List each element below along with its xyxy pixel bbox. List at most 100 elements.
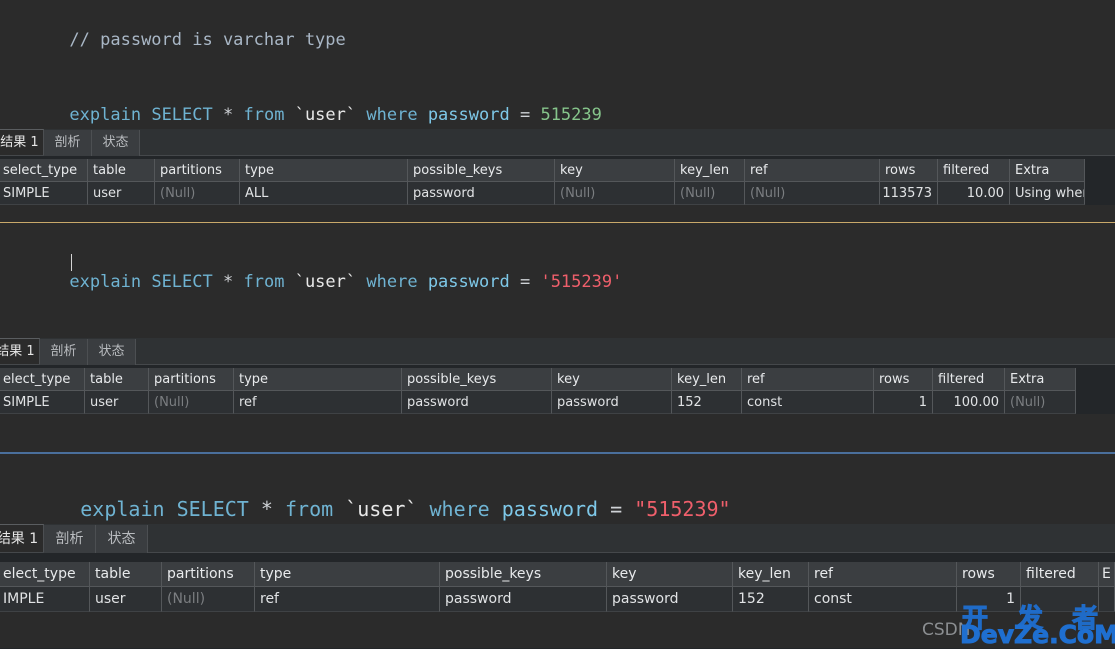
cell-type[interactable]: ref [234, 391, 402, 414]
cell-key[interactable]: (Null) [555, 182, 675, 205]
sql-editor-2[interactable]: explain SELECT * from `user` where passw… [0, 223, 1115, 342]
col-header-rows[interactable]: rows [874, 368, 933, 391]
cell-table[interactable]: user [88, 182, 155, 205]
tab-result-1[interactable]: 结果 1 [0, 129, 44, 155]
cell-key-len[interactable]: 152 [733, 587, 809, 612]
col-header-table[interactable]: table [88, 159, 155, 182]
explain-result-grid-1[interactable]: select_type table partitions type possib… [0, 159, 1085, 205]
sql-comment-1: // password is varchar type [0, 3, 1115, 78]
col-header-key-len[interactable]: key_len [733, 562, 809, 587]
col-header-extra[interactable]: E [1099, 562, 1115, 587]
table-row[interactable]: SIMPLE user (Null) ALL password (Null) (… [0, 182, 1085, 205]
col-header-rows[interactable]: rows [957, 562, 1021, 587]
col-header-filtered[interactable]: filtered [938, 159, 1010, 182]
col-header-possible-keys[interactable]: possible_keys [402, 368, 552, 391]
col-header-select-type[interactable]: elect_type [0, 368, 85, 391]
result-tabbar-2[interactable]: 结果 1 剖析 状态 [0, 338, 1115, 365]
keyword-explain: explain [69, 105, 142, 125]
col-header-key-len[interactable]: key_len [672, 368, 742, 391]
explain-result-grid-3[interactable]: elect_type table partitions type possibl… [0, 562, 1115, 612]
grid-bottom-filler-1 [0, 205, 1115, 223]
col-header-ref[interactable]: ref [809, 562, 957, 587]
cell-extra[interactable]: (Null) [1005, 391, 1076, 414]
col-header-type[interactable]: type [240, 159, 408, 182]
col-header-type[interactable]: type [234, 368, 402, 391]
star-token: * [223, 272, 234, 292]
col-header-type[interactable]: type [255, 562, 440, 587]
cell-filtered[interactable] [1021, 587, 1099, 612]
explain-result-grid-2[interactable]: elect_type table partitions type possibl… [0, 368, 1076, 414]
cell-key-len[interactable]: 152 [672, 391, 742, 414]
cell-rows[interactable]: 1 [957, 587, 1021, 612]
cell-possible-keys[interactable]: password [402, 391, 552, 414]
tab-result-3[interactable]: 结果 1 [0, 524, 44, 552]
col-header-key[interactable]: key [555, 159, 675, 182]
col-header-possible-keys[interactable]: possible_keys [440, 562, 607, 587]
result-tabbar-1[interactable]: 结果 1 剖析 状态 [0, 129, 1115, 156]
cell-rows[interactable]: 113573 [880, 182, 938, 205]
literal-value: "515239" [634, 497, 731, 521]
col-header-select-type[interactable]: select_type [0, 159, 88, 182]
cell-filtered[interactable]: 100.00 [933, 391, 1005, 414]
cell-type[interactable]: ALL [240, 182, 408, 205]
col-header-key[interactable]: key [552, 368, 672, 391]
cell-partitions[interactable]: (Null) [149, 391, 234, 414]
col-header-key[interactable]: key [607, 562, 733, 587]
sql-editor-1[interactable]: // password is varchar type explain SELE… [0, 0, 1115, 132]
table-row[interactable]: SIMPLE user (Null) ref password password… [0, 391, 1076, 414]
col-header-possible-keys[interactable]: possible_keys [408, 159, 555, 182]
screenshot-root: // password is varchar type explain SELE… [0, 0, 1115, 649]
cell-extra[interactable] [1099, 587, 1115, 612]
col-header-ref[interactable]: ref [745, 159, 880, 182]
cell-possible-keys[interactable]: password [408, 182, 555, 205]
col-header-select-type[interactable]: elect_type [0, 562, 90, 587]
col-header-partitions[interactable]: partitions [162, 562, 255, 587]
keyword-where: where [429, 497, 490, 521]
cell-select-type[interactable]: SIMPLE [0, 182, 88, 205]
col-header-ref[interactable]: ref [742, 368, 874, 391]
table-row[interactable]: IMPLE user (Null) ref password password … [0, 587, 1115, 612]
column-identifier: password [427, 105, 510, 125]
cell-key-len[interactable]: (Null) [675, 182, 745, 205]
grid-bottom-filler-2 [0, 414, 1115, 452]
tab-profile-2[interactable]: 剖析 [40, 339, 88, 365]
cell-type[interactable]: ref [255, 587, 440, 612]
cell-table[interactable]: user [90, 587, 162, 612]
keyword-from: from [243, 272, 285, 292]
cell-extra[interactable]: Using wher [1010, 182, 1085, 205]
column-identifier: password [501, 497, 599, 521]
col-header-table[interactable]: table [90, 562, 162, 587]
cell-ref[interactable]: (Null) [745, 182, 880, 205]
cell-select-type[interactable]: IMPLE [0, 587, 90, 612]
col-header-table[interactable]: table [85, 368, 149, 391]
tab-result-2[interactable]: 结果 1 [0, 338, 40, 364]
col-header-extra[interactable]: Extra [1010, 159, 1085, 182]
result-tabbar-3[interactable]: 结果 1 剖析 状态 [0, 524, 1115, 553]
tab-status-3[interactable]: 状态 [96, 525, 148, 553]
cell-partitions[interactable]: (Null) [155, 182, 240, 205]
keyword-where: where [366, 105, 418, 125]
col-header-key-len[interactable]: key_len [675, 159, 745, 182]
col-header-partitions[interactable]: partitions [149, 368, 234, 391]
tab-profile-3[interactable]: 剖析 [44, 525, 96, 553]
cell-partitions[interactable]: (Null) [162, 587, 255, 612]
cell-select-type[interactable]: SIMPLE [0, 391, 85, 414]
cell-key[interactable]: password [552, 391, 672, 414]
cell-table[interactable]: user [85, 391, 149, 414]
col-header-filtered[interactable]: filtered [1021, 562, 1099, 587]
cell-filtered[interactable]: 10.00 [938, 182, 1010, 205]
sql-statement-1: explain SELECT * from `user` where passw… [0, 78, 1115, 132]
cell-ref[interactable]: const [809, 587, 957, 612]
cell-rows[interactable]: 1 [874, 391, 933, 414]
cell-key[interactable]: password [607, 587, 733, 612]
cell-possible-keys[interactable]: password [440, 587, 607, 612]
tab-status-2[interactable]: 状态 [88, 339, 136, 365]
tab-profile-1[interactable]: 剖析 [44, 130, 92, 156]
cell-ref[interactable]: const [742, 391, 874, 414]
sql-editor-3[interactable]: explain SELECT * from `user` where passw… [0, 454, 1115, 534]
col-header-extra[interactable]: Extra [1005, 368, 1076, 391]
col-header-rows[interactable]: rows [880, 159, 938, 182]
col-header-filtered[interactable]: filtered [933, 368, 1005, 391]
tab-status-1[interactable]: 状态 [92, 130, 140, 156]
col-header-partitions[interactable]: partitions [155, 159, 240, 182]
